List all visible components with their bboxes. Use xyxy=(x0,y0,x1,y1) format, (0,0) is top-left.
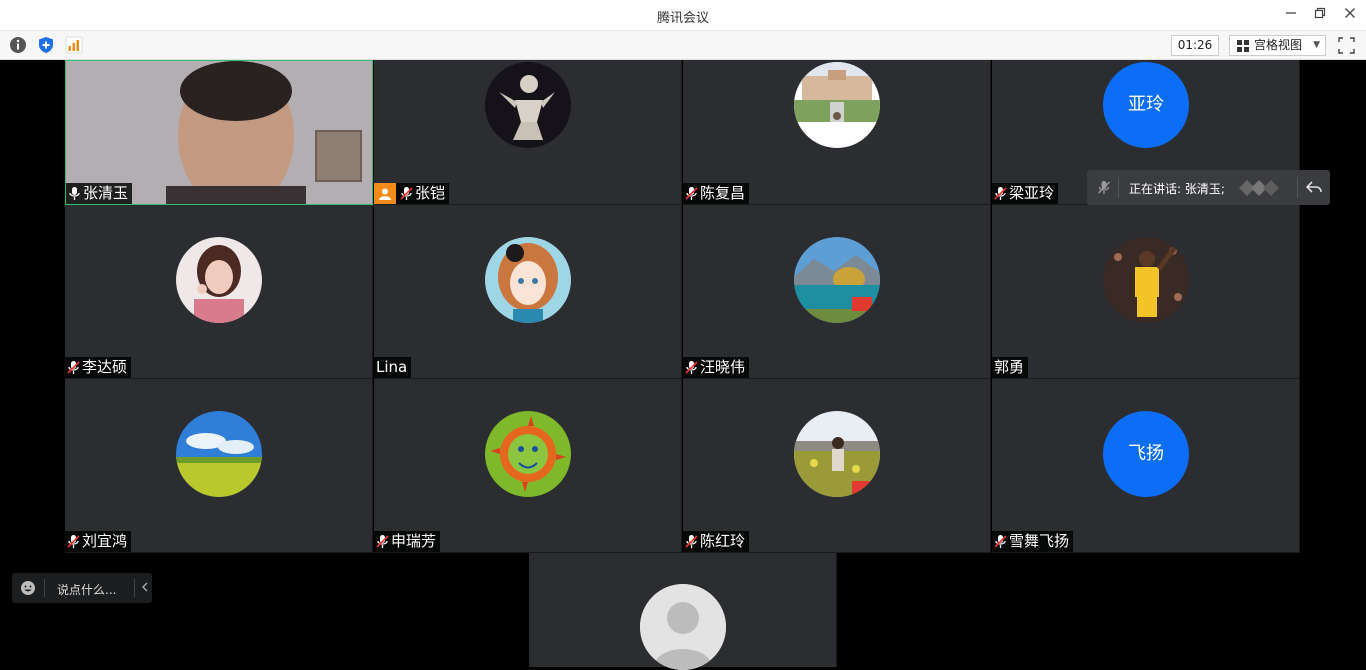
close-icon[interactable] xyxy=(1339,5,1361,25)
avatar xyxy=(485,237,571,323)
participant-tile[interactable]: 张铠 xyxy=(374,60,682,205)
participant-name-tag: Lina xyxy=(374,357,412,378)
chevron-left-icon[interactable] xyxy=(141,579,149,595)
emoji-icon[interactable] xyxy=(20,580,36,596)
meeting-toolbar: 01:26 宫格视图 ▼ xyxy=(0,31,1366,60)
divider xyxy=(1118,177,1119,198)
participant-name: 雪舞飞扬 xyxy=(1009,532,1070,550)
avatar xyxy=(794,62,880,148)
mic-muted-icon xyxy=(685,535,698,548)
participant-name-tag: 陈复昌 xyxy=(683,183,750,204)
avatar: 亚玲 xyxy=(1103,62,1189,148)
microphone-icon xyxy=(69,187,80,200)
participant-tile[interactable]: 陈红玲 xyxy=(683,379,991,553)
avatar xyxy=(794,411,880,497)
chevron-down-icon: ▼ xyxy=(1313,40,1320,50)
mic-muted-icon xyxy=(685,187,698,200)
default-avatar-icon xyxy=(640,584,726,670)
mic-muted-icon xyxy=(994,535,1007,548)
participant-name: 张铠 xyxy=(415,184,446,202)
chat-placeholder[interactable]: 说点什么... xyxy=(57,581,116,598)
participant-name: Lina xyxy=(376,358,408,376)
participant-tile[interactable]: 飞扬 雪舞飞扬 xyxy=(992,379,1300,553)
participant-name: 申瑞芳 xyxy=(391,532,437,550)
participant-name-tag: 申瑞芳 xyxy=(374,531,441,552)
participant-tile[interactable]: 汪晓伟 xyxy=(683,205,991,379)
signal-bars-icon[interactable] xyxy=(65,36,83,54)
mic-muted-icon xyxy=(67,535,80,548)
participant-tile[interactable]: 张清玉 xyxy=(65,60,373,205)
window-title: 腾讯会议 xyxy=(656,11,709,26)
divider xyxy=(134,579,135,597)
participant-name-tag: 梁亚玲 xyxy=(992,183,1059,204)
participant-tile[interactable]: 郭勇 xyxy=(992,205,1300,379)
participant-name-tag: 李达硕 xyxy=(65,357,132,378)
participant-name: 陈复昌 xyxy=(700,184,746,202)
mic-muted-icon xyxy=(376,535,389,548)
participant-name-tag: 张清玉 xyxy=(66,183,133,204)
avatar xyxy=(1103,237,1189,323)
participant-tile[interactable]: 李达硕 xyxy=(65,205,373,379)
participant-name: 汪晓伟 xyxy=(700,358,746,376)
restore-icon[interactable] xyxy=(1309,5,1331,25)
shield-icon[interactable] xyxy=(37,36,55,54)
participant-tile[interactable]: Lina xyxy=(374,205,682,379)
active-speaker-bar: 正在讲话: 张清玉; xyxy=(1087,170,1330,205)
participant-name: 梁亚玲 xyxy=(1009,184,1055,202)
participant-name-tag: 陈红玲 xyxy=(683,531,750,552)
view-mode-select[interactable]: 宫格视图 ▼ xyxy=(1229,35,1326,56)
collapse-icon[interactable] xyxy=(1306,180,1322,194)
grid-view-icon xyxy=(1237,40,1249,52)
info-icon[interactable] xyxy=(9,36,27,54)
mic-muted-icon xyxy=(400,187,413,200)
participant-name: 郭勇 xyxy=(994,358,1025,376)
participant-tile[interactable]: 刘宜鸿 xyxy=(65,379,373,553)
participant-name: 张清玉 xyxy=(83,184,129,202)
fullscreen-icon[interactable] xyxy=(1338,37,1355,54)
speaking-label: 正在讲话: 张清玉; xyxy=(1129,182,1225,196)
mic-muted-icon xyxy=(67,361,80,374)
minimize-icon[interactable] xyxy=(1280,5,1302,25)
mic-muted-icon xyxy=(685,361,698,374)
participant-name-tag: 汪晓伟 xyxy=(683,357,750,378)
view-mode-label: 宫格视图 xyxy=(1254,38,1303,52)
participant-tile[interactable]: 陈复昌 xyxy=(683,60,991,205)
avatar xyxy=(176,411,262,497)
participant-name: 李达硕 xyxy=(82,358,128,376)
avatar: 飞扬 xyxy=(1103,411,1189,497)
avatar xyxy=(485,411,571,497)
participant-name: 刘宜鸿 xyxy=(82,532,128,550)
voice-level-icon xyxy=(1239,180,1279,196)
meeting-timer: 01:26 xyxy=(1171,35,1219,56)
participant-name: 陈红玲 xyxy=(700,532,746,550)
avatar xyxy=(794,237,880,323)
chat-input-bar[interactable]: 说点什么... xyxy=(12,573,152,603)
title-bar: 腾讯会议 xyxy=(0,0,1366,31)
participant-name-tag: 张铠 xyxy=(374,183,450,204)
mic-muted-icon xyxy=(994,187,1007,200)
participant-tile[interactable] xyxy=(529,553,837,670)
avatar xyxy=(485,62,571,148)
mic-muted-icon[interactable] xyxy=(1097,180,1111,195)
divider xyxy=(1297,177,1298,198)
participant-name-tag: 雪舞飞扬 xyxy=(992,531,1074,552)
participant-name-tag: 刘宜鸿 xyxy=(65,531,132,552)
participant-tile[interactable]: 申瑞芳 xyxy=(374,379,682,553)
divider xyxy=(44,579,45,597)
avatar xyxy=(176,237,262,323)
participant-name-tag: 郭勇 xyxy=(992,357,1029,378)
host-icon xyxy=(374,183,396,204)
